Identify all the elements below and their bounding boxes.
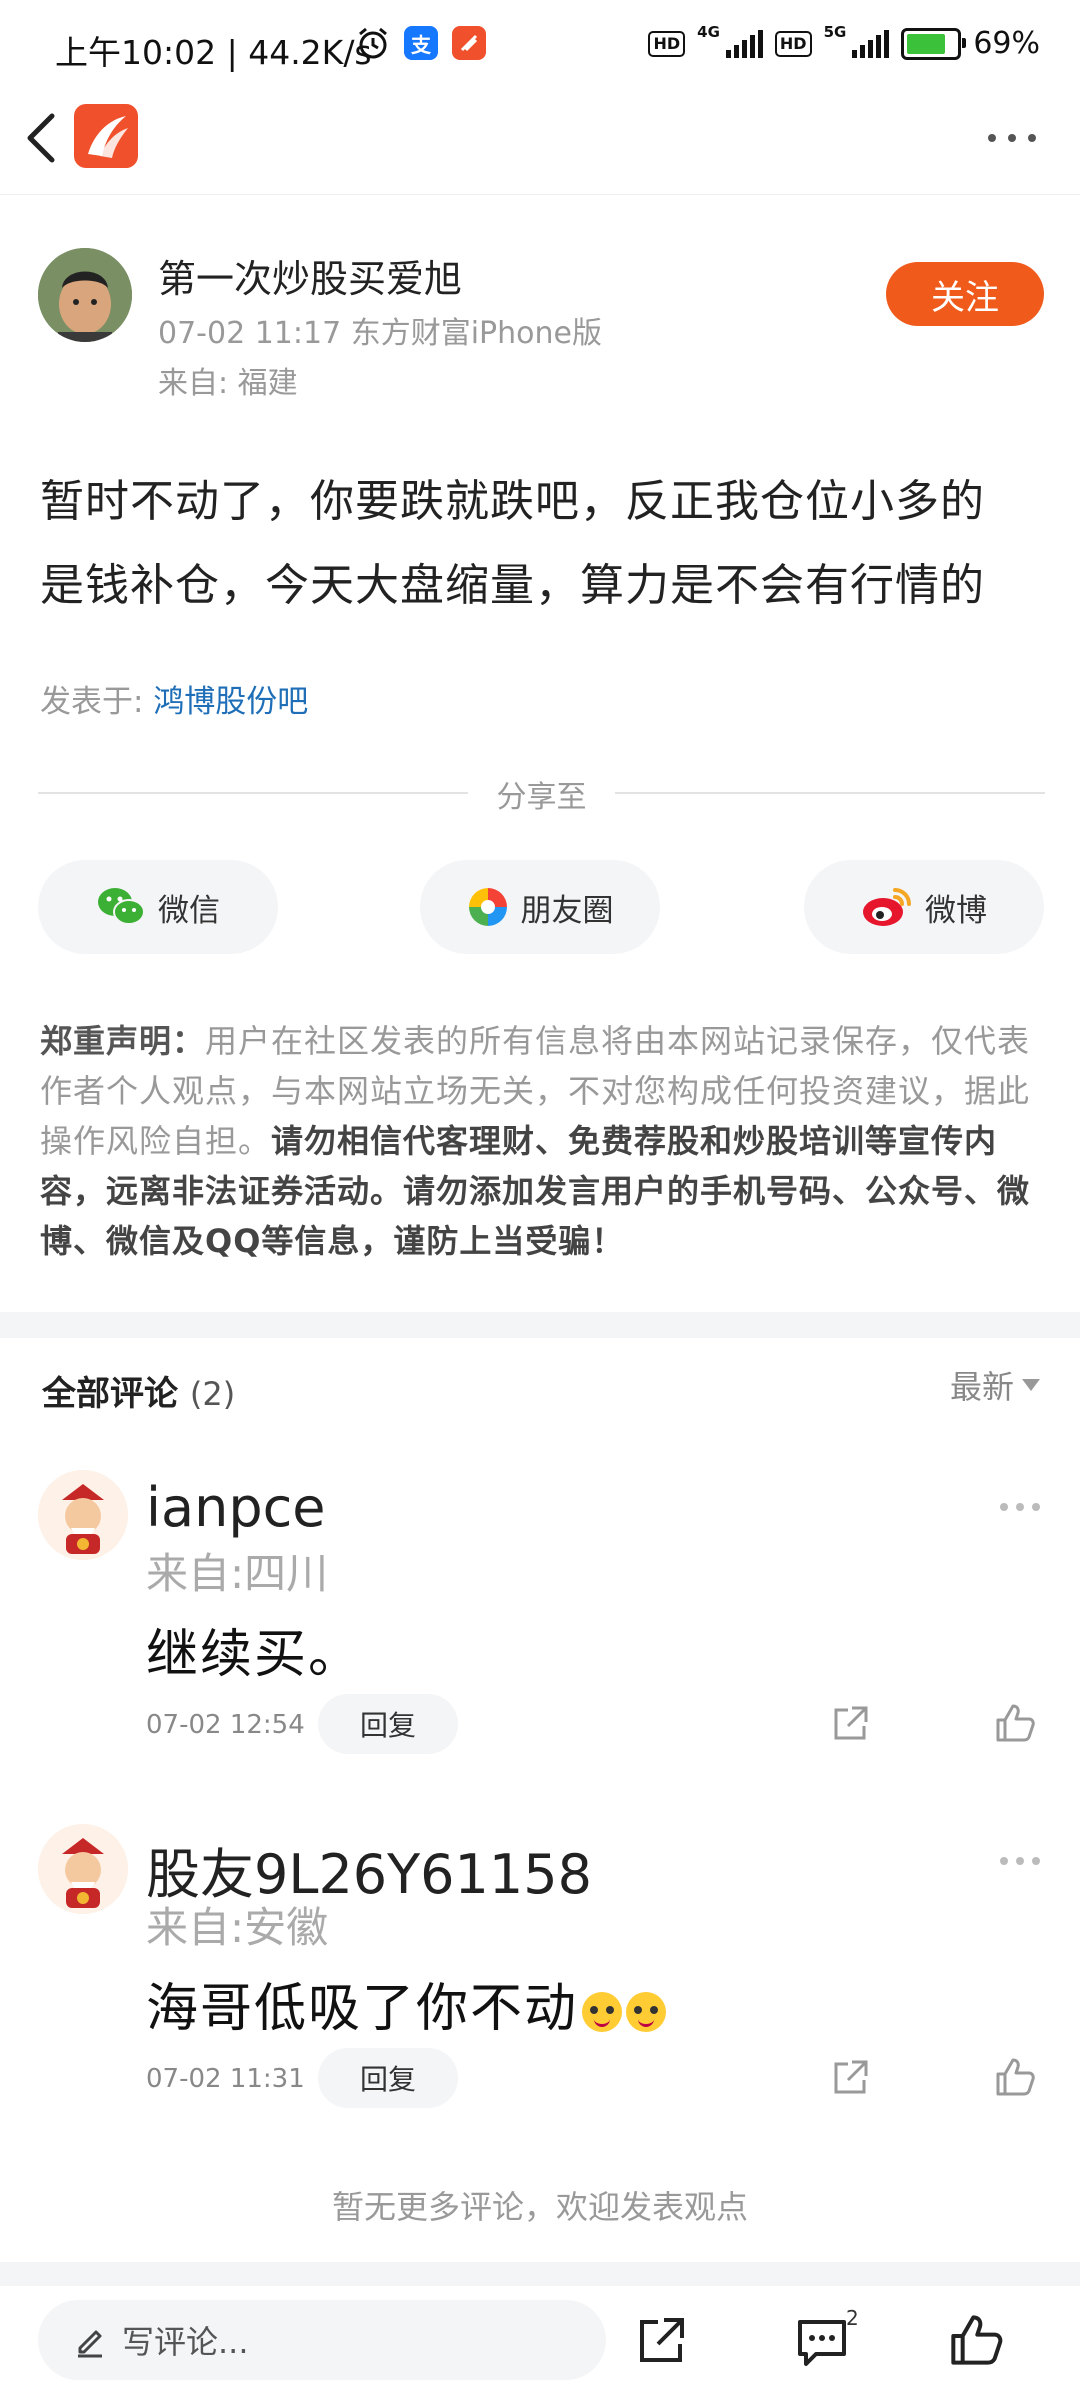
share-icon xyxy=(640,2318,684,2362)
post-content-line-2: 是钱补仓，今天大盘缩量，算力是不会有行情的 xyxy=(40,560,985,611)
commenter-avatar[interactable] xyxy=(38,1824,128,1914)
network-type-5g: 5G xyxy=(823,22,847,41)
thumbs-up-icon xyxy=(951,2315,1003,2365)
share-label: 分享至 xyxy=(496,780,587,815)
disclaimer: 郑重声明：用户在社区发表的所有信息将由本网站记录保存，仅代表作者个人观点，与本网… xyxy=(40,1016,1050,1266)
comment-more-button[interactable] xyxy=(998,1852,1042,1865)
reply-button[interactable]: 回复 xyxy=(318,2048,458,2108)
comment-text: 继续买。 xyxy=(146,1625,363,1685)
comment-time: 07-02 12:54 xyxy=(146,1710,305,1740)
moments-icon xyxy=(468,888,507,926)
share-divider-left xyxy=(38,792,468,794)
author-name[interactable]: 第一次炒股买爱旭 xyxy=(158,248,462,303)
like-post-button[interactable] xyxy=(948,2312,1004,2372)
logo-mark-icon xyxy=(88,116,128,158)
weibo-icon xyxy=(863,888,911,926)
hd-icon-2: HD xyxy=(774,30,812,57)
commenter-location: 来自:安徽 xyxy=(146,1903,329,1952)
share-weibo-button[interactable]: 微博 xyxy=(804,860,1044,954)
commenter-avatar[interactable] xyxy=(38,1470,128,1560)
alipay-app-icon: 支 xyxy=(404,26,438,60)
share-moments-label: 朋友圈 xyxy=(520,892,614,929)
sort-label: 最新 xyxy=(949,1368,1014,1406)
more-dots-icon xyxy=(1000,1857,1040,1865)
hd-icon: HD xyxy=(648,30,686,57)
comment-text-body: 海哥低吸了你不动 xyxy=(146,1979,579,2039)
write-comment-placeholder: 写评论... xyxy=(122,2323,249,2361)
status-bar: 上午10:02 | 44.2K/s 支 HD 4G HD 5G 69% xyxy=(0,0,1080,100)
more-dots-icon xyxy=(988,134,1036,142)
thumbs-up-icon xyxy=(996,2058,1035,2096)
commenter-name[interactable]: ianpce xyxy=(146,1476,326,1539)
caret-down-icon xyxy=(1022,1379,1040,1391)
share-moments-button[interactable]: 朋友圈 xyxy=(420,860,660,954)
alarm-icon xyxy=(359,27,387,59)
share-post-button[interactable] xyxy=(634,2314,688,2372)
follow-button[interactable]: 关注 xyxy=(886,262,1044,326)
embarrassed-emoji-icon xyxy=(582,1992,623,2032)
comment-text: 海哥低吸了你不动 xyxy=(146,1966,667,2041)
stock-bar-link[interactable]: 鸿博股份吧 xyxy=(153,684,308,720)
share-weibo-label: 微博 xyxy=(925,892,987,929)
post-meta: 07-02 11:17 东方财富iPhone版 xyxy=(158,316,602,351)
signal-icon xyxy=(725,29,763,58)
status-system-icons: HD 4G HD 5G 69% xyxy=(648,22,1040,61)
author-avatar[interactable] xyxy=(38,248,132,342)
commenter-location: 来自:四川 xyxy=(146,1549,329,1598)
disclaimer-heading: 郑重声明： xyxy=(40,1022,206,1060)
comment-like-button[interactable] xyxy=(994,2056,1036,2102)
reply-button[interactable]: 回复 xyxy=(318,1694,458,1754)
write-comment-input[interactable]: 写评论... xyxy=(38,2300,606,2380)
comment-share-button[interactable] xyxy=(830,1704,870,1748)
post-content-line-1: 暂时不动了，你要跌就跌吧，反正我仓位小多的 xyxy=(40,476,985,527)
post-location: 来自: 福建 xyxy=(158,366,298,401)
battery-icon xyxy=(901,27,967,60)
pencil-icon xyxy=(78,2330,102,2358)
comments-button[interactable] xyxy=(794,2314,850,2374)
comment-bubble-icon xyxy=(798,2320,846,2366)
more-dots-icon xyxy=(1000,1503,1040,1511)
comments-count: (2) xyxy=(189,1375,236,1413)
share-icon xyxy=(834,2060,868,2094)
posted-in: 发表于: 鸿博股份吧 xyxy=(40,676,308,721)
comment-count-badge: 2 xyxy=(846,2306,859,2330)
comments-title: 全部评论 (2) xyxy=(42,1366,235,1415)
status-time-speed: 上午10:02 | 44.2K/s xyxy=(55,33,372,72)
more-options-button[interactable] xyxy=(984,128,1040,148)
signal-icon-2 xyxy=(852,29,890,58)
section-divider xyxy=(0,1312,1080,1338)
back-button[interactable] xyxy=(20,108,60,168)
post-content: 暂时不动了，你要跌就跌吧，反正我仓位小多的 是钱补仓，今天大盘缩量，算力是不会有… xyxy=(40,460,1050,628)
share-wechat-label: 微信 xyxy=(158,892,220,929)
share-divider-right xyxy=(615,792,1045,794)
posted-in-label: 发表于: xyxy=(40,684,144,720)
share-icon xyxy=(834,1706,868,1740)
network-type-4g: 4G xyxy=(697,22,720,41)
sort-dropdown[interactable]: 最新 xyxy=(950,1362,1040,1408)
share-wechat-button[interactable]: 微信 xyxy=(38,860,278,954)
status-notification-icons: 支 xyxy=(356,26,486,60)
wechat-icon xyxy=(98,888,145,925)
embarrassed-emoji-icon xyxy=(626,1992,667,2032)
no-more-comments: 暂无更多评论，欢迎发表观点 xyxy=(331,2188,748,2226)
comments-title-label: 全部评论 xyxy=(42,1374,178,1414)
comment-more-button[interactable] xyxy=(998,1498,1042,1511)
nav-divider xyxy=(0,194,1080,195)
chevron-left-icon xyxy=(27,113,55,163)
eastmoney-app-icon xyxy=(452,26,486,60)
comment-share-button[interactable] xyxy=(830,2058,870,2102)
comment-like-button[interactable] xyxy=(994,1702,1036,1748)
battery-percent: 69% xyxy=(973,26,1040,61)
eastmoney-logo[interactable] xyxy=(74,104,138,168)
thumbs-up-icon xyxy=(996,1704,1035,1742)
bottom-divider xyxy=(0,2262,1080,2286)
comment-time: 07-02 11:31 xyxy=(146,2064,305,2094)
